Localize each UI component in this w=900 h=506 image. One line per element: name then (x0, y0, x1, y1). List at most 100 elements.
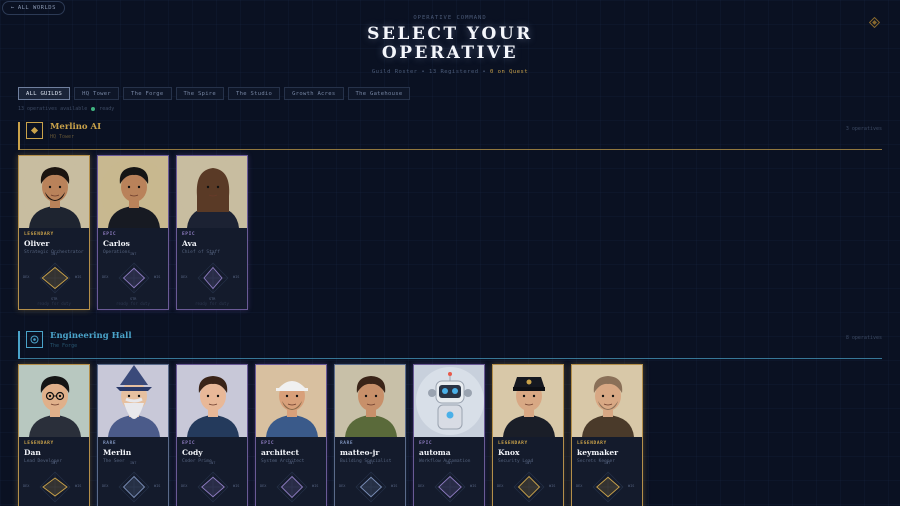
stat-radar-chart: INTDEXWISSTR (102, 252, 160, 301)
stat-radar-chart: INTDEXWISSTR (102, 461, 160, 506)
radar-label-left: DEX (339, 484, 346, 488)
avatar (493, 365, 563, 437)
operative-name: Oliver (24, 239, 50, 248)
radar-label-left: DEX (23, 484, 30, 488)
operative-card-oliver[interactable]: LEGENDARY Oliver Strategic Orchestrator INT… (18, 155, 90, 310)
stat-radar-chart: INTDEXWISSTR (576, 461, 634, 506)
radar-label-top: INT (130, 252, 137, 256)
header-eyebrow: OPERATIVE COMMAND (413, 15, 487, 21)
rarity-badge: LEGENDARY (577, 441, 607, 446)
operative-card-architect[interactable]: EPICarchitectSystem ArchitectINTDEXWISST… (255, 364, 327, 506)
radar-label-left: DEX (497, 484, 504, 488)
guild-accent-bar (18, 122, 20, 150)
avatar (572, 365, 642, 437)
radar-label-left: DEX (418, 484, 425, 488)
operative-card-matteo-jr[interactable]: RARE matteo-jr Building Specialist INT DEX WI… (334, 364, 406, 506)
operative-name: automa (419, 448, 451, 457)
radar-label-left: DEX (23, 275, 30, 279)
avatar (19, 365, 89, 437)
status-label: ready (99, 106, 115, 112)
radar-label-top: INT (130, 461, 137, 465)
title-line-2: OPERATIVE (381, 43, 519, 63)
filter-the-forge[interactable]: The Forge (123, 87, 172, 100)
radar-label-left: DEX (260, 484, 267, 488)
operative-name: Ava (182, 239, 197, 248)
guild-operative-count: 3 operatives (845, 126, 882, 132)
operative-name: Cody (182, 448, 203, 457)
page-header: OPERATIVE COMMAND SELECT YOUR OPERATIVE … (0, 15, 900, 75)
radar-label-right: WIS (470, 484, 477, 488)
avatar (177, 365, 247, 437)
availability-summary: 13 operatives available ready (18, 106, 114, 112)
filter-all-guilds[interactable]: ALL GUILDS (18, 87, 71, 100)
guild-divider (18, 358, 882, 359)
operative-name: Carlos (103, 239, 130, 248)
operative-name: Dan (24, 448, 41, 457)
page-title: SELECT YOUR OPERATIVE (0, 25, 900, 63)
stat-radar-chart: INTDEXWISSTR (497, 461, 555, 506)
filter-the-gatehouse[interactable]: The Gatehouse (347, 87, 411, 100)
radar-label-right: WIS (75, 484, 82, 488)
radar-label-right: WIS (75, 275, 82, 279)
operative-card-row: LEGENDARYDanLead DeveloperINTDEXWISSTRRA… (18, 364, 643, 506)
radar-label-top: INT (209, 252, 216, 256)
guild-name: Engineering Hall (50, 331, 132, 341)
radar-label-right: WIS (154, 275, 161, 279)
operative-card-row: LEGENDARY Oliver Strategic Orchestrator INT… (18, 155, 248, 310)
radar-label-right: WIS (233, 484, 240, 488)
avatar (19, 156, 89, 228)
avatar (98, 156, 168, 228)
operative-name: keymaker (577, 448, 619, 457)
rarity-badge: EPIC (182, 441, 196, 446)
radar-label-top: INT (288, 461, 295, 465)
filter-the-spire[interactable]: The Spire (175, 87, 225, 100)
back-label: ALL WORLDS (17, 5, 56, 11)
operative-card-cody[interactable]: EPICCodyCoder PrimeINTDEXWISSTR (176, 364, 248, 506)
filter-the-studio[interactable]: The Studio (228, 87, 281, 100)
guild-header-engineering-hall[interactable]: Engineering Hall The Forge 8 operatives (18, 331, 882, 359)
filter-hq-tower[interactable]: HQ Tower (74, 87, 120, 100)
operative-card-carlos[interactable]: EPIC Carlos Operations INT DEX WIS STR ready fo… (97, 155, 169, 310)
avatar (177, 156, 247, 228)
operative-card-dan[interactable]: LEGENDARYDanLead DeveloperINTDEXWISSTR (18, 364, 90, 506)
avatar (256, 365, 326, 437)
radar-label-right: WIS (154, 484, 161, 488)
roster-stats: Guild Roster • 13 Registered • 0 on Ques… (0, 69, 900, 75)
operative-card-merlin[interactable]: RAREMerlinThe SeerINTDEXWISSTR (97, 364, 169, 506)
stat-radar-chart: INTDEXWISSTR (23, 252, 81, 301)
status-dot-icon (91, 107, 96, 111)
title-line-1: SELECT YOUR (367, 24, 533, 44)
operative-card-keymaker[interactable]: LEGENDARY keymaker Secrets Keeper INT DEX WIS… (571, 364, 643, 506)
radar-label-top: INT (604, 461, 611, 465)
rarity-badge: LEGENDARY (498, 441, 528, 446)
back-to-worlds-button[interactable]: ← ALL WORLDS (2, 1, 65, 15)
rarity-badge: LEGENDARY (24, 441, 54, 446)
radar-label-left: DEX (181, 484, 188, 488)
radar-label-top: INT (51, 252, 58, 256)
radar-label-top: INT (209, 461, 216, 465)
guild-name: Merlino AI (50, 122, 102, 132)
guild-accent-bar (18, 331, 20, 359)
stat-radar-chart: INTDEXWISSTR (23, 461, 81, 506)
operative-card-automa[interactable]: EPICautomaWorkflow AutomationINTDEXWISST… (413, 364, 485, 506)
available-count: 13 operatives available (18, 106, 88, 112)
filter-growth-acres[interactable]: Growth Acres (284, 87, 344, 100)
guild-operative-count: 8 operatives (845, 335, 882, 341)
operative-card-ava[interactable]: EPIC Ava Chief of Staff INT DEX WIS STR ready f… (176, 155, 248, 310)
operative-name: Merlin (103, 448, 132, 457)
card-footer-status: ready for duty (195, 301, 229, 306)
stat-radar-chart: INTDEXWISSTR (260, 461, 318, 506)
roster-stats-text: Guild Roster • 13 Registered • (371, 69, 491, 75)
stat-radar-chart: INTDEXWISSTR (339, 461, 397, 506)
rarity-badge: EPIC (103, 232, 117, 237)
radar-label-left: DEX (102, 484, 109, 488)
rarity-badge: EPIC (419, 441, 433, 446)
guild-header-merlino-ai[interactable]: Merlino AI HQ Tower 3 operatives (18, 122, 882, 150)
diamond-emblem-icon (26, 122, 43, 139)
guild-divider (18, 149, 882, 150)
rarity-badge: RARE (340, 441, 354, 446)
card-footer-status: ready for duty (116, 301, 150, 306)
operative-card-knox[interactable]: LEGENDARYKnoxSecurity LeadINTDEXWISSTR (492, 364, 564, 506)
card-footer-status: ready for duty (37, 301, 71, 306)
stat-radar-chart: INTDEXWISSTR (181, 461, 239, 506)
